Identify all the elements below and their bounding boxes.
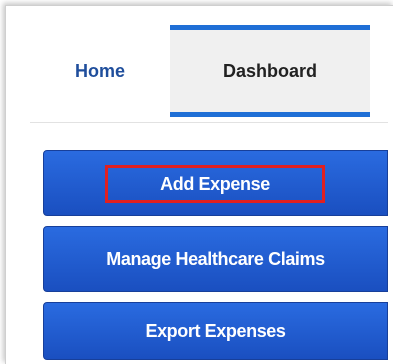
nav-tabs: Home Dashboard (30, 25, 388, 117)
nav-divider (30, 122, 388, 123)
highlight-box: Add Expense (105, 165, 325, 203)
tab-home-label: Home (74, 60, 125, 81)
tab-dashboard[interactable]: Dashboard (170, 25, 370, 117)
export-expenses-label: Export Expenses (145, 320, 286, 341)
add-expense-label: Add Expense (160, 173, 270, 194)
tab-home[interactable]: Home (30, 25, 170, 117)
export-expenses-button[interactable]: Export Expenses (43, 302, 388, 360)
manage-claims-label: Manage Healthcare Claims (106, 248, 325, 269)
tab-dashboard-label: Dashboard (222, 60, 318, 81)
add-expense-button[interactable]: Add Expense (43, 150, 388, 216)
manage-healthcare-claims-button[interactable]: Manage Healthcare Claims (43, 226, 388, 292)
